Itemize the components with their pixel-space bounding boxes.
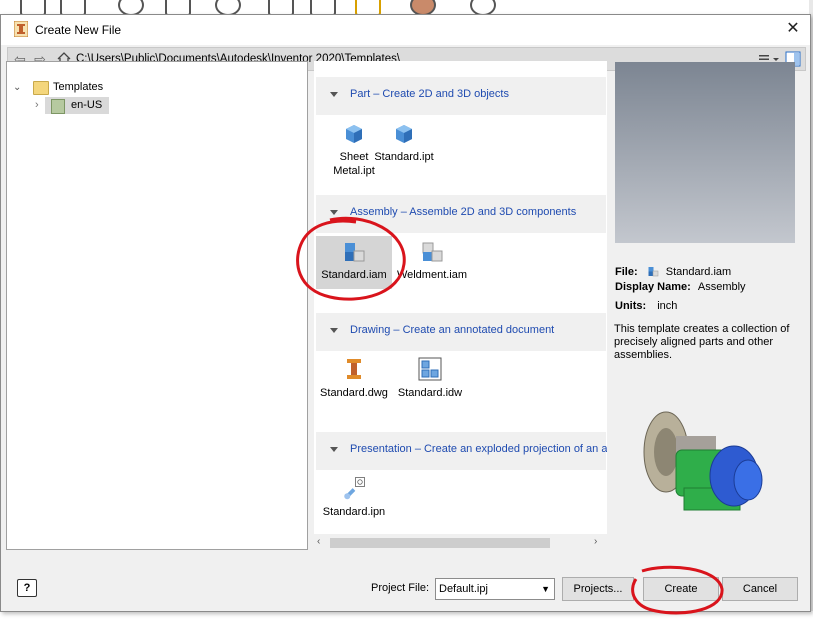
- folder-icon: [51, 99, 65, 114]
- tree-item-en-us[interactable]: › en-US: [35, 97, 109, 114]
- collapse-triangle-icon[interactable]: [330, 210, 338, 215]
- units-value: inch: [657, 300, 678, 312]
- tile-label: Standard.dwg: [320, 387, 388, 399]
- help-button[interactable]: ?: [17, 579, 37, 597]
- assembly-icon: [345, 243, 365, 262]
- scroll-right-icon[interactable]: ›: [594, 536, 597, 547]
- part-cube-icon: [396, 125, 412, 143]
- collapse-triangle-icon[interactable]: [330, 92, 338, 97]
- section-label: Presentation – Create an exploded projec…: [350, 443, 607, 455]
- chevron-right-icon[interactable]: ›: [35, 97, 39, 114]
- horizontal-scrollbar[interactable]: ‹ ›: [314, 535, 607, 551]
- template-preview: [615, 62, 795, 243]
- section-label: Assembly – Assemble 2D and 3D components: [350, 206, 577, 218]
- idw-icon: [418, 357, 442, 381]
- project-file-value: Default.ipj: [439, 583, 488, 595]
- projects-button[interactable]: Projects...: [562, 577, 634, 601]
- weldment-icon: [422, 242, 443, 262]
- project-file-select[interactable]: Default.ipj ▼: [435, 578, 555, 600]
- project-file-label: Project File:: [371, 582, 430, 594]
- assembly-icon: [648, 267, 658, 277]
- presentation-icon: [344, 477, 365, 500]
- display-name-label: Display Name:: [615, 281, 691, 293]
- units-label: Units:: [615, 300, 647, 312]
- template-standard-ipn[interactable]: Standard.ipn: [316, 473, 392, 519]
- title-bar: Create New File ✕: [1, 15, 810, 45]
- section-label: Drawing – Create an annotated document: [350, 324, 555, 336]
- template-weldment-iam[interactable]: Weldment.iam: [394, 236, 470, 282]
- file-value: Standard.iam: [665, 266, 732, 278]
- chevron-down-icon[interactable]: ⌄: [13, 79, 21, 96]
- tile-label: Standard.ipt: [374, 151, 434, 163]
- template-standard-iam[interactable]: Standard.iam: [316, 236, 392, 289]
- cancel-button[interactable]: Cancel: [722, 577, 798, 601]
- section-part[interactable]: Part – Create 2D and 3D objects: [316, 77, 606, 115]
- display-name-row: Display Name: Assembly: [615, 281, 746, 293]
- assembly-illustration-image: [643, 411, 763, 511]
- scroll-left-icon[interactable]: ‹: [317, 536, 320, 547]
- file-info-row: File: Standard.iam: [615, 263, 731, 278]
- section-drawing[interactable]: Drawing – Create an annotated document: [316, 313, 606, 351]
- part-cube-icon: [346, 125, 362, 143]
- tree-item-label: en-US: [71, 99, 103, 111]
- create-button[interactable]: Create: [643, 577, 719, 601]
- tile-label: Standard.iam: [321, 269, 387, 281]
- section-presentation[interactable]: Presentation – Create an exploded projec…: [316, 432, 607, 470]
- template-standard-idw[interactable]: Standard.idw: [392, 354, 468, 400]
- section-assembly[interactable]: Assembly – Assemble 2D and 3D components: [316, 195, 606, 233]
- collapse-triangle-icon[interactable]: [330, 328, 338, 333]
- scrollbar-thumb[interactable]: [330, 538, 550, 548]
- folder-icon: [33, 81, 49, 95]
- folder-tree: ⌄ Templates › en-US: [6, 61, 308, 550]
- close-button[interactable]: ✕: [784, 20, 802, 38]
- tile-label: Standard.idw: [397, 387, 463, 399]
- template-standard-dwg[interactable]: Standard.dwg: [316, 354, 392, 400]
- file-label: File:: [615, 266, 638, 278]
- template-description: This template creates a collection of pr…: [614, 323, 790, 361]
- template-list: Part – Create 2D and 3D objects Sheet Me…: [314, 61, 607, 534]
- tile-label-line2: Metal.ipt: [333, 165, 375, 177]
- section-label: Part – Create 2D and 3D objects: [350, 88, 509, 100]
- tree-item-label: Templates: [53, 81, 104, 93]
- tile-label: Weldment.iam: [396, 269, 468, 281]
- template-standard-ipt[interactable]: Standard.ipt: [366, 118, 442, 164]
- tree-item-templates[interactable]: ⌄ Templates: [11, 79, 291, 96]
- inventor-app-icon: [14, 21, 28, 37]
- tile-label: Standard.ipn: [322, 506, 386, 518]
- units-row: Units: inch: [615, 300, 677, 312]
- dropdown-arrow-icon[interactable]: ▼: [541, 579, 550, 599]
- background-edge: [0, 611, 813, 623]
- dwg-icon: [347, 359, 361, 379]
- display-name-value: Assembly: [697, 281, 746, 293]
- dialog-title: Create New File: [35, 23, 122, 37]
- collapse-triangle-icon[interactable]: [330, 447, 338, 452]
